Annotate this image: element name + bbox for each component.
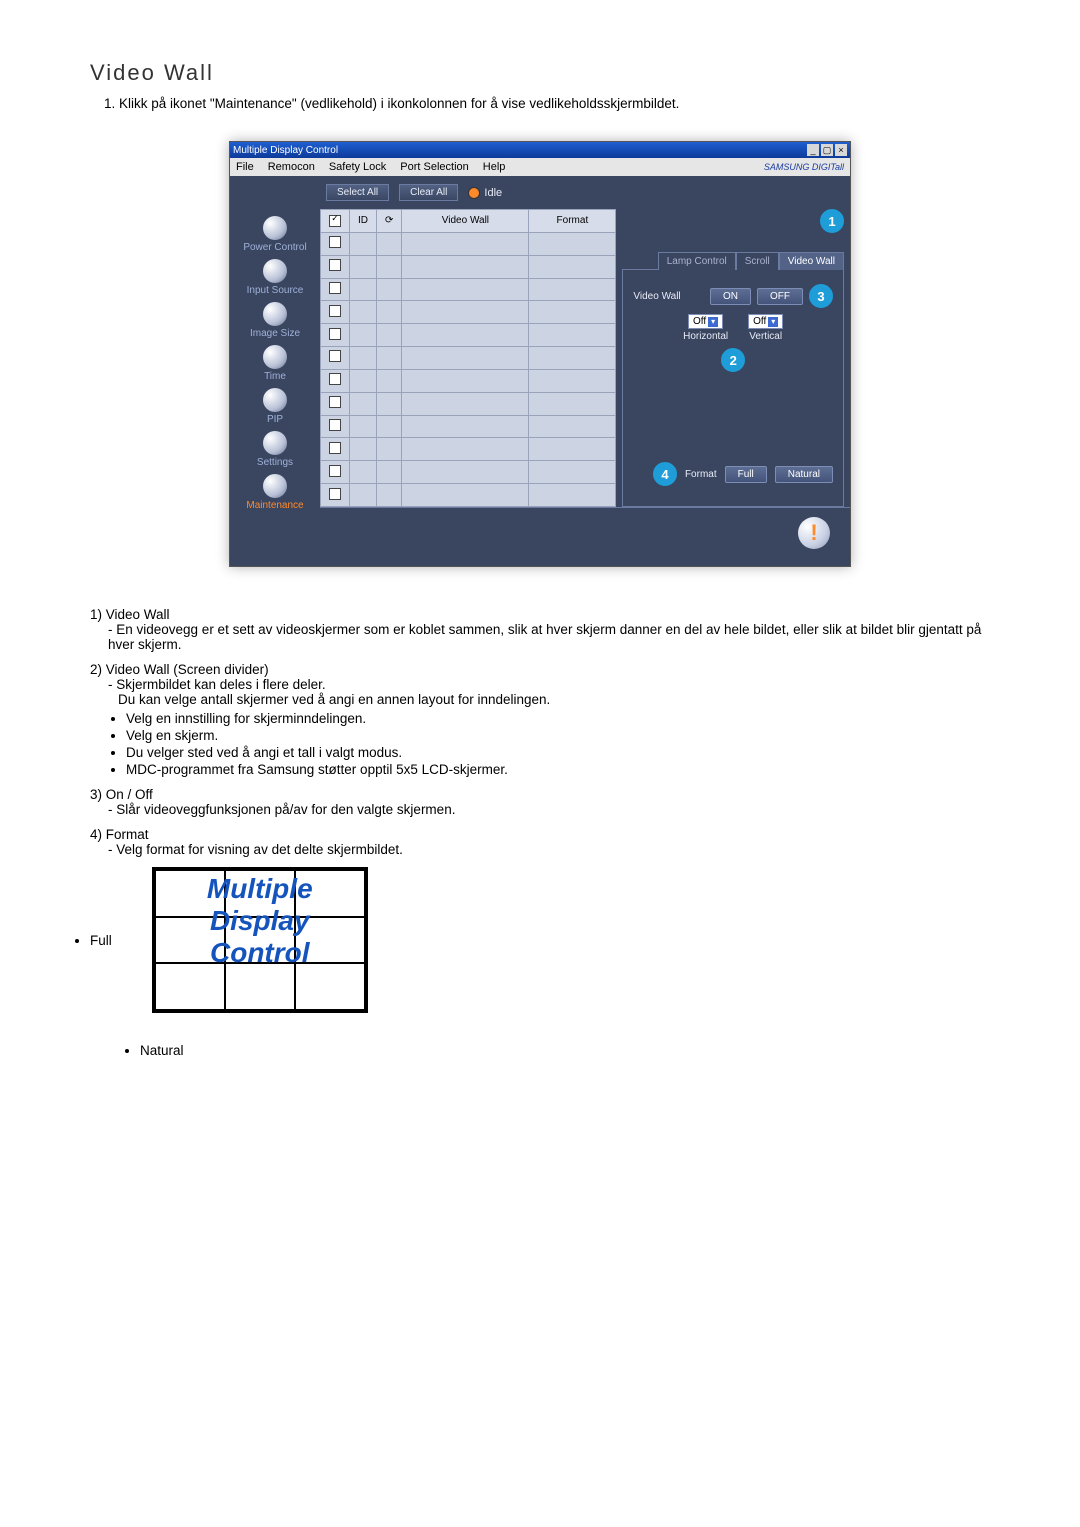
row-checkbox[interactable] xyxy=(329,419,341,431)
sidebar-item-time[interactable]: Time xyxy=(263,345,287,382)
table-row[interactable] xyxy=(321,232,616,255)
sidebar-item-image-size[interactable]: Image Size xyxy=(250,302,300,339)
table-row[interactable] xyxy=(321,369,616,392)
chevron-down-icon: ▾ xyxy=(708,317,718,327)
table-row[interactable] xyxy=(321,255,616,278)
row-checkbox[interactable] xyxy=(329,442,341,454)
desc-item-4: 4) Format - Velg format for visning av d… xyxy=(90,827,990,857)
sidebar-item-power[interactable]: Power Control xyxy=(243,216,306,253)
list-item: Velg en innstilling for skjerminndelinge… xyxy=(126,711,990,726)
idle-status: Idle xyxy=(468,187,502,199)
row-checkbox[interactable] xyxy=(329,236,341,248)
image-size-icon xyxy=(263,302,287,326)
row-checkbox[interactable] xyxy=(329,305,341,317)
select-all-button[interactable]: Select All xyxy=(326,184,389,201)
row-checkbox[interactable] xyxy=(329,328,341,340)
desc-item-3: 3) On / Off - Slår videoveggfunksjonen p… xyxy=(90,787,990,817)
menu-safety-lock[interactable]: Safety Lock xyxy=(329,161,386,173)
table-row[interactable] xyxy=(321,484,616,507)
page-title: Video Wall xyxy=(90,60,990,86)
col-format: Format xyxy=(529,210,616,233)
close-icon[interactable]: × xyxy=(835,144,847,156)
sidebar-item-maintenance[interactable]: Maintenance xyxy=(246,474,303,511)
full-example: Full Multiple Display Control xyxy=(90,867,990,1013)
menu-port-selection[interactable]: Port Selection xyxy=(400,161,468,173)
clear-all-button[interactable]: Clear All xyxy=(399,184,458,201)
vertical-select[interactable]: Off▾ xyxy=(748,314,783,329)
row-checkbox[interactable] xyxy=(329,282,341,294)
table-row[interactable] xyxy=(321,324,616,347)
brand-label: SAMSUNG DIGITall xyxy=(764,162,844,172)
status-bar: ! xyxy=(320,507,850,558)
video-wall-panel: Video Wall ON OFF 3 Off▾ Hori xyxy=(622,269,844,507)
idle-dot-icon xyxy=(468,187,480,199)
settings-icon xyxy=(263,431,287,455)
table-row[interactable] xyxy=(321,347,616,370)
sidebar-item-settings[interactable]: Settings xyxy=(257,431,293,468)
table-row[interactable] xyxy=(321,278,616,301)
power-icon xyxy=(263,216,287,240)
video-wall-label: Video Wall xyxy=(633,291,680,302)
row-checkbox[interactable] xyxy=(329,350,341,362)
display-table: ID ⟳ Video Wall Format xyxy=(320,209,616,507)
menubar: File Remocon Safety Lock Port Selection … xyxy=(230,158,850,176)
menu-help[interactable]: Help xyxy=(483,161,506,173)
app-screenshot: Multiple Display Control _ ▢ × File Remo… xyxy=(90,141,990,567)
window-title: Multiple Display Control xyxy=(233,145,338,156)
list-item: Du velger sted ved å angi et tall i valg… xyxy=(126,745,990,760)
toolbar: Select All Clear All Idle xyxy=(320,176,850,209)
row-checkbox[interactable] xyxy=(329,488,341,500)
header-checkbox[interactable] xyxy=(329,215,341,227)
window-titlebar: Multiple Display Control _ ▢ × xyxy=(230,142,850,158)
natural-button[interactable]: Natural xyxy=(775,466,833,483)
table-row[interactable] xyxy=(321,438,616,461)
full-button[interactable]: Full xyxy=(725,466,767,483)
maintenance-icon xyxy=(263,474,287,498)
horizontal-label: Horizontal xyxy=(683,331,728,342)
menu-file[interactable]: File xyxy=(236,161,254,173)
sidebar-item-pip[interactable]: PIP xyxy=(263,388,287,425)
row-checkbox[interactable] xyxy=(329,259,341,271)
sidebar-item-input[interactable]: Input Source xyxy=(247,259,304,296)
row-checkbox[interactable] xyxy=(329,396,341,408)
tab-scroll[interactable]: Scroll xyxy=(736,252,779,270)
callout-2: 2 xyxy=(721,348,745,372)
table-row[interactable] xyxy=(321,461,616,484)
row-checkbox[interactable] xyxy=(329,465,341,477)
col-icon: ⟳ xyxy=(377,210,402,233)
desc-item-1: 1) Video Wall - En videovegg er et sett … xyxy=(90,607,990,652)
natural-label: Natural xyxy=(140,1043,990,1058)
full-label: Full xyxy=(90,933,112,948)
row-checkbox[interactable] xyxy=(329,373,341,385)
time-icon xyxy=(263,345,287,369)
col-video-wall: Video Wall xyxy=(402,210,529,233)
callout-3: 3 xyxy=(809,284,833,308)
col-id: ID xyxy=(350,210,377,233)
sidebar: Power Control Input Source Image Size Ti… xyxy=(230,176,320,566)
off-button[interactable]: OFF xyxy=(757,288,803,305)
info-icon: ! xyxy=(798,517,830,549)
list-item: Velg en skjerm. xyxy=(126,728,990,743)
minimize-icon[interactable]: _ xyxy=(807,144,819,156)
table-row[interactable] xyxy=(321,392,616,415)
desc-item-2: 2) Video Wall (Screen divider) - Skjermb… xyxy=(90,662,990,777)
menu-remocon[interactable]: Remocon xyxy=(268,161,315,173)
tab-lamp-control[interactable]: Lamp Control xyxy=(658,252,736,270)
description-section: 1) Video Wall - En videovegg er et sett … xyxy=(90,607,990,1058)
vertical-label: Vertical xyxy=(749,331,782,342)
callout-1: 1 xyxy=(820,209,844,233)
format-label: Format xyxy=(685,469,717,480)
chevron-down-icon: ▾ xyxy=(768,317,778,327)
pip-icon xyxy=(263,388,287,412)
on-button[interactable]: ON xyxy=(710,288,751,305)
horizontal-select[interactable]: Off▾ xyxy=(688,314,723,329)
tab-video-wall[interactable]: Video Wall xyxy=(779,252,844,270)
input-icon xyxy=(263,259,287,283)
callout-4: 4 xyxy=(653,462,677,486)
table-row[interactable] xyxy=(321,415,616,438)
table-row[interactable] xyxy=(321,301,616,324)
intro-text: 1. Klikk på ikonet "Maintenance" (vedlik… xyxy=(104,96,990,111)
maximize-icon[interactable]: ▢ xyxy=(821,144,833,156)
list-item: MDC-programmet fra Samsung støtter oppti… xyxy=(126,762,990,777)
